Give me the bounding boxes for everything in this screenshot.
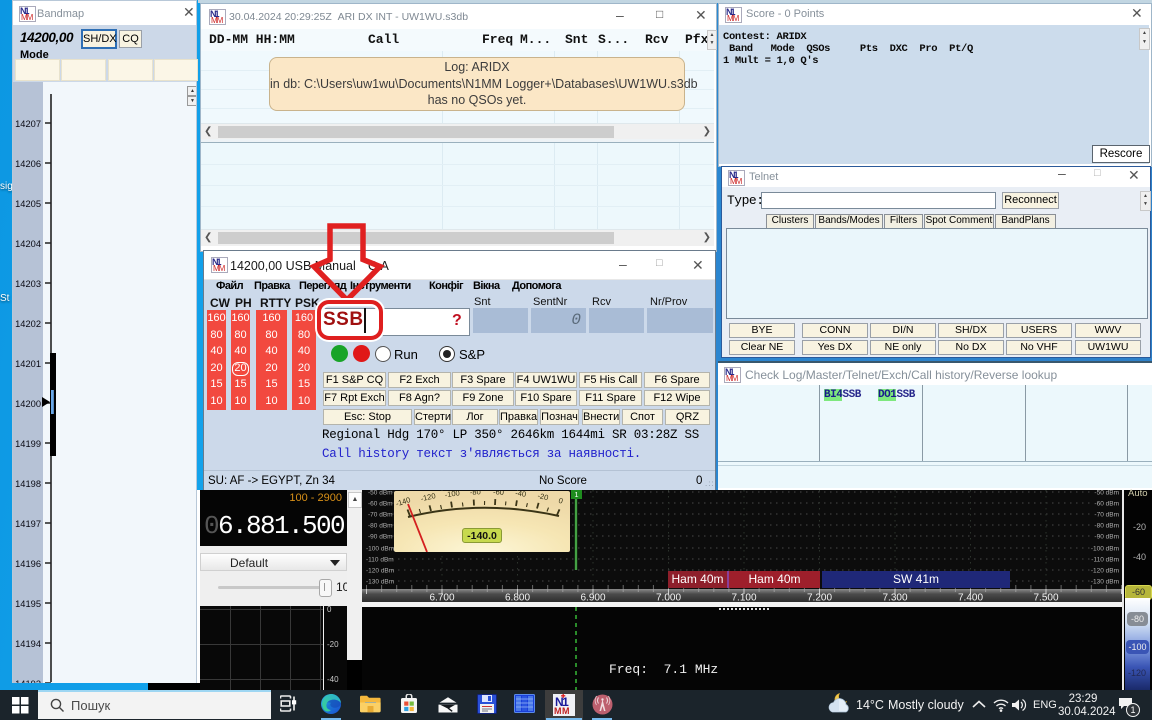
svg-text:MM: MM [554,706,570,716]
